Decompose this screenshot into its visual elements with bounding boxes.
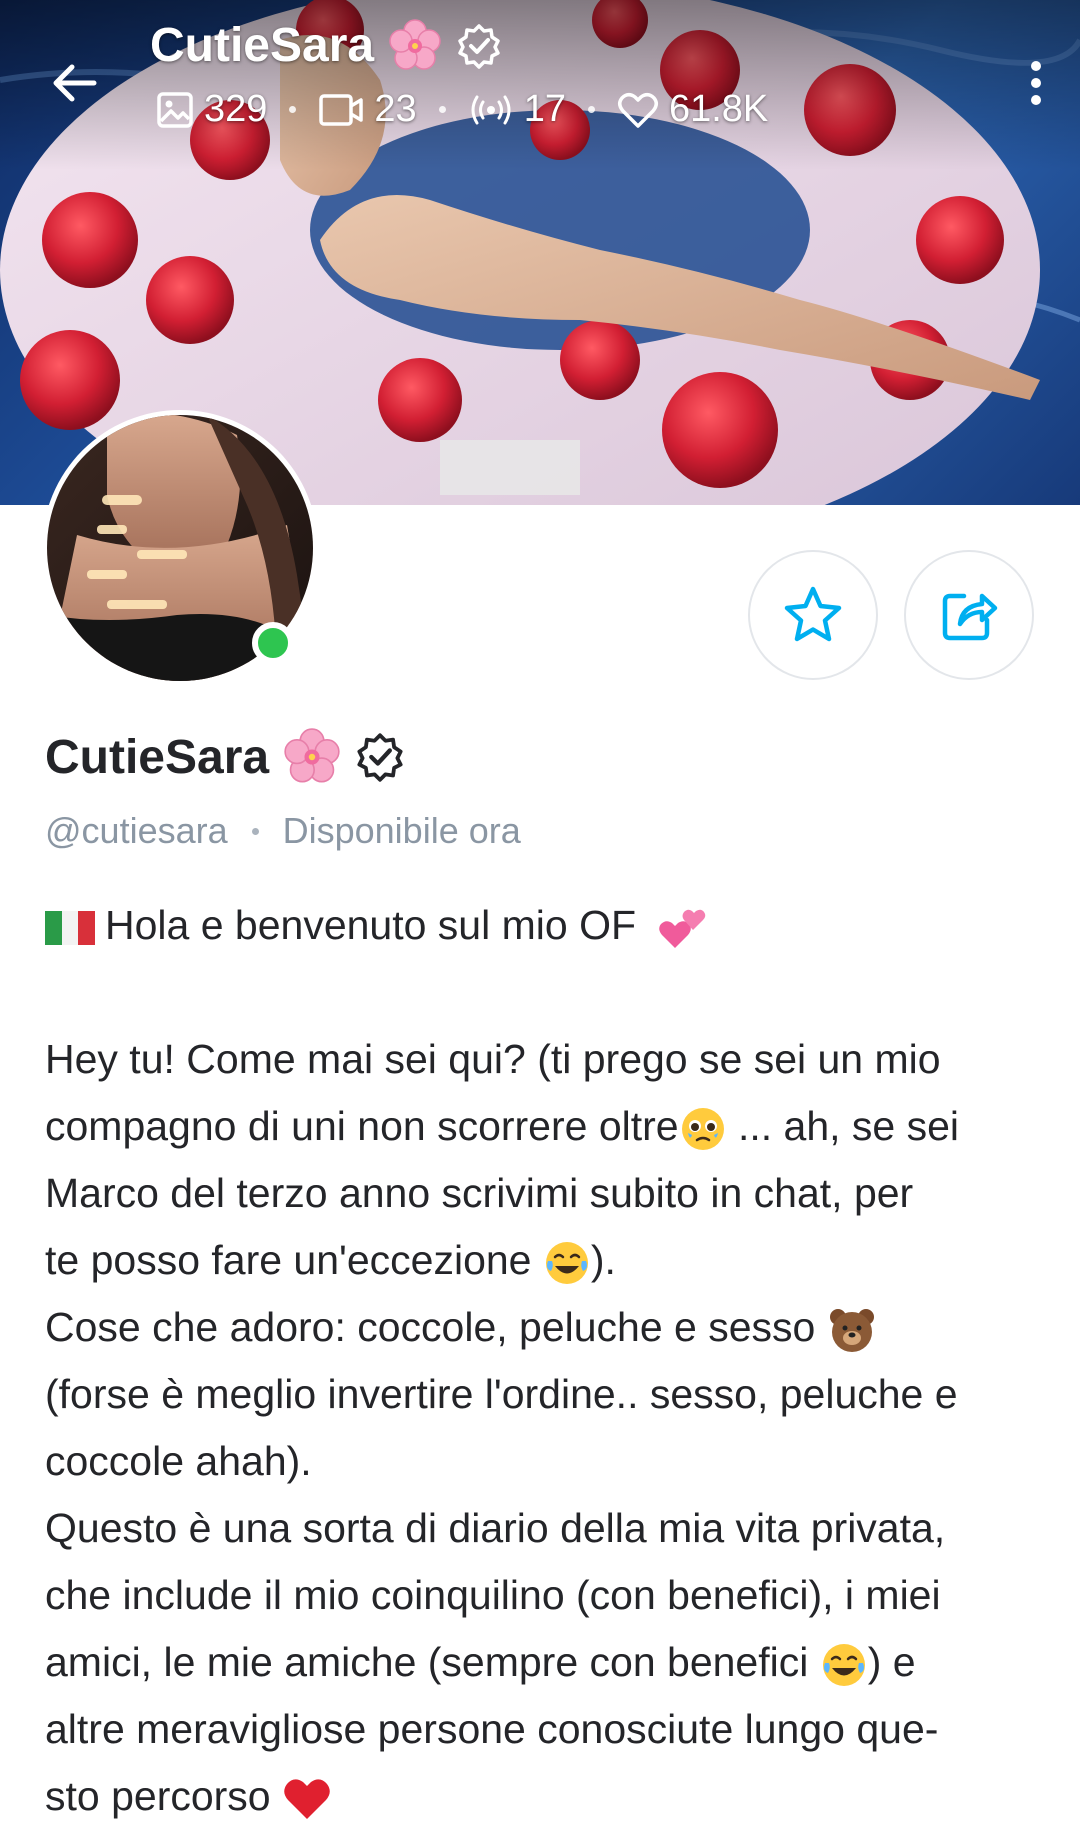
stat-videos-count: 23	[374, 88, 417, 130]
username-handle: @cutiesara	[45, 810, 228, 851]
bio-line: Hey tu! Come mai sei qui? (ti prego se s…	[45, 1036, 941, 1082]
share-icon	[942, 593, 998, 641]
handle-row: @cutiesara Disponibile ora	[45, 810, 521, 852]
broadcast-icon	[471, 95, 511, 124]
bio-intro-line: Hola e benvenuto sul mio OF	[45, 892, 1045, 959]
bio-text: te posso fare un'eccezione	[45, 1237, 543, 1283]
star-icon	[784, 586, 842, 642]
tears-of-joy-icon	[822, 1644, 865, 1687]
bio-text: compagno di uni non scorrere oltre	[45, 1103, 679, 1149]
bio-text: amici, le mie amiche (sempre con benefic…	[45, 1639, 820, 1685]
bio-line: te posso fare un'eccezione ).	[45, 1227, 1045, 1294]
bio-text: ... ah, se sei	[726, 1103, 960, 1149]
bio-spacer	[45, 959, 1045, 1026]
bio-text: sto percorso	[45, 1773, 282, 1819]
italy-flag-icon	[45, 911, 95, 946]
bio-line: Marco del terzo anno scrivimi subito in …	[45, 1170, 914, 1216]
top-bar: CutieSara 329 23 17 61.8K	[0, 0, 1080, 150]
header-stats: 329 23 17 61.8K	[156, 88, 768, 131]
arrow-left-icon	[53, 64, 97, 102]
red-heart-icon	[284, 1779, 330, 1820]
stat-streams-count: 17	[523, 88, 566, 130]
online-status-indicator	[252, 622, 294, 664]
tears-of-joy-icon	[545, 1242, 588, 1285]
stat-streams[interactable]: 17	[468, 88, 566, 131]
verified-badge-icon	[357, 733, 403, 782]
two-hearts-icon	[659, 909, 706, 949]
stat-separator	[438, 106, 446, 113]
separator-dot	[251, 827, 259, 835]
availability-status: Disponibile ora	[282, 810, 521, 851]
favorite-button[interactable]	[748, 550, 878, 680]
more-options-button[interactable]	[1014, 50, 1058, 116]
more-vertical-icon	[1031, 61, 1041, 105]
bio-line: coccole ahah).	[45, 1438, 312, 1484]
bio-line: Cose che adoro: coccole, peluche e sesso	[45, 1294, 1045, 1361]
stat-photos[interactable]: 329	[156, 88, 267, 131]
profile-bio: Hola e benvenuto sul mio OF Hey tu! Come…	[45, 892, 1045, 1830]
stat-likes[interactable]: 61.8K	[617, 88, 768, 131]
bio-text: ).	[590, 1237, 616, 1283]
bear-face-icon	[829, 1309, 874, 1353]
profile-page: CutieSara 329 23 17 61.8K CutieSara @cut…	[0, 0, 1080, 1834]
bio-line: compagno di uni non scorrere oltre ... a…	[45, 1093, 1045, 1160]
bio-line: (forse è meglio invertire l'ordine.. ses…	[45, 1371, 958, 1417]
cherry-blossom-icon	[284, 728, 340, 783]
verified-badge-icon	[458, 23, 500, 69]
bio-line: che include il mio coinquilino (con bene…	[45, 1572, 941, 1618]
header-name-text: CutieSara	[150, 19, 375, 72]
stat-photos-count: 329	[204, 88, 268, 130]
video-icon	[319, 93, 364, 126]
share-button[interactable]	[904, 550, 1034, 680]
stat-videos[interactable]: 23	[318, 88, 417, 131]
stat-likes-count: 61.8K	[668, 88, 769, 130]
bio-text: Cose che adoro: coccole, peluche e sesso	[45, 1304, 827, 1350]
bio-text: ) e	[867, 1639, 916, 1685]
heart-icon	[617, 92, 658, 128]
stat-separator	[587, 106, 595, 113]
bio-line: sto percorso	[45, 1763, 1045, 1830]
bio-line: Questo è una sorta di diario della mia v…	[45, 1505, 946, 1551]
header-title: CutieSara	[150, 18, 502, 73]
profile-name-text: CutieSara	[45, 730, 270, 784]
bio-intro-text: Hola e benvenuto sul mio OF	[105, 902, 636, 948]
stat-separator	[289, 106, 297, 113]
bio-line: altre meravigliose persone conosciute lu…	[45, 1706, 939, 1752]
profile-name: CutieSara	[45, 728, 405, 786]
back-button[interactable]	[42, 50, 108, 116]
cherry-blossom-icon	[389, 18, 441, 70]
bio-line: amici, le mie amiche (sempre con benefic…	[45, 1629, 1045, 1696]
pleading-face-icon	[681, 1108, 724, 1151]
image-icon	[157, 91, 193, 128]
